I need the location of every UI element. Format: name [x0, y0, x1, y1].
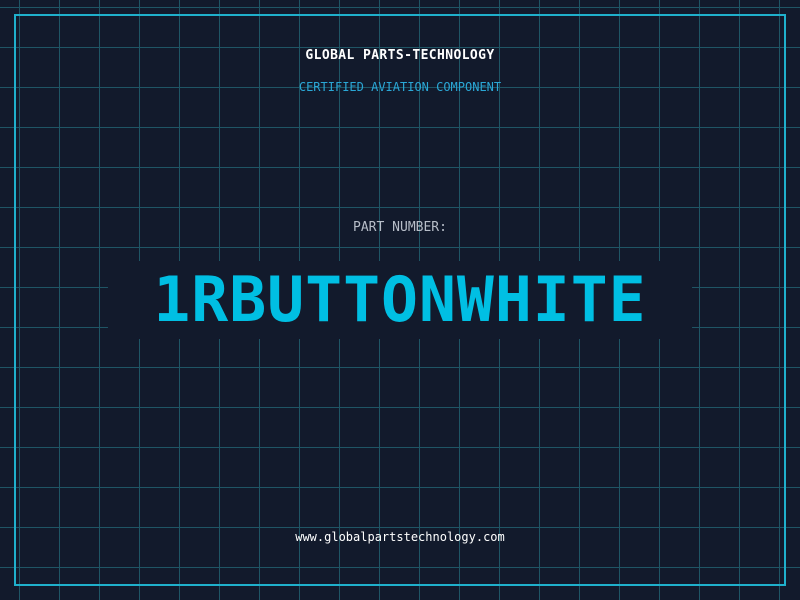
part-number-label: PART NUMBER:: [353, 220, 447, 235]
company-name: GLOBAL PARTS-TECHNOLOGY: [305, 48, 495, 63]
part-number-value: 1RBUTTONWHITE: [107, 261, 693, 339]
tagline: CERTIFIED AVIATION COMPONENT: [298, 80, 502, 94]
website-url: www.globalpartstechnology.com: [295, 530, 505, 544]
